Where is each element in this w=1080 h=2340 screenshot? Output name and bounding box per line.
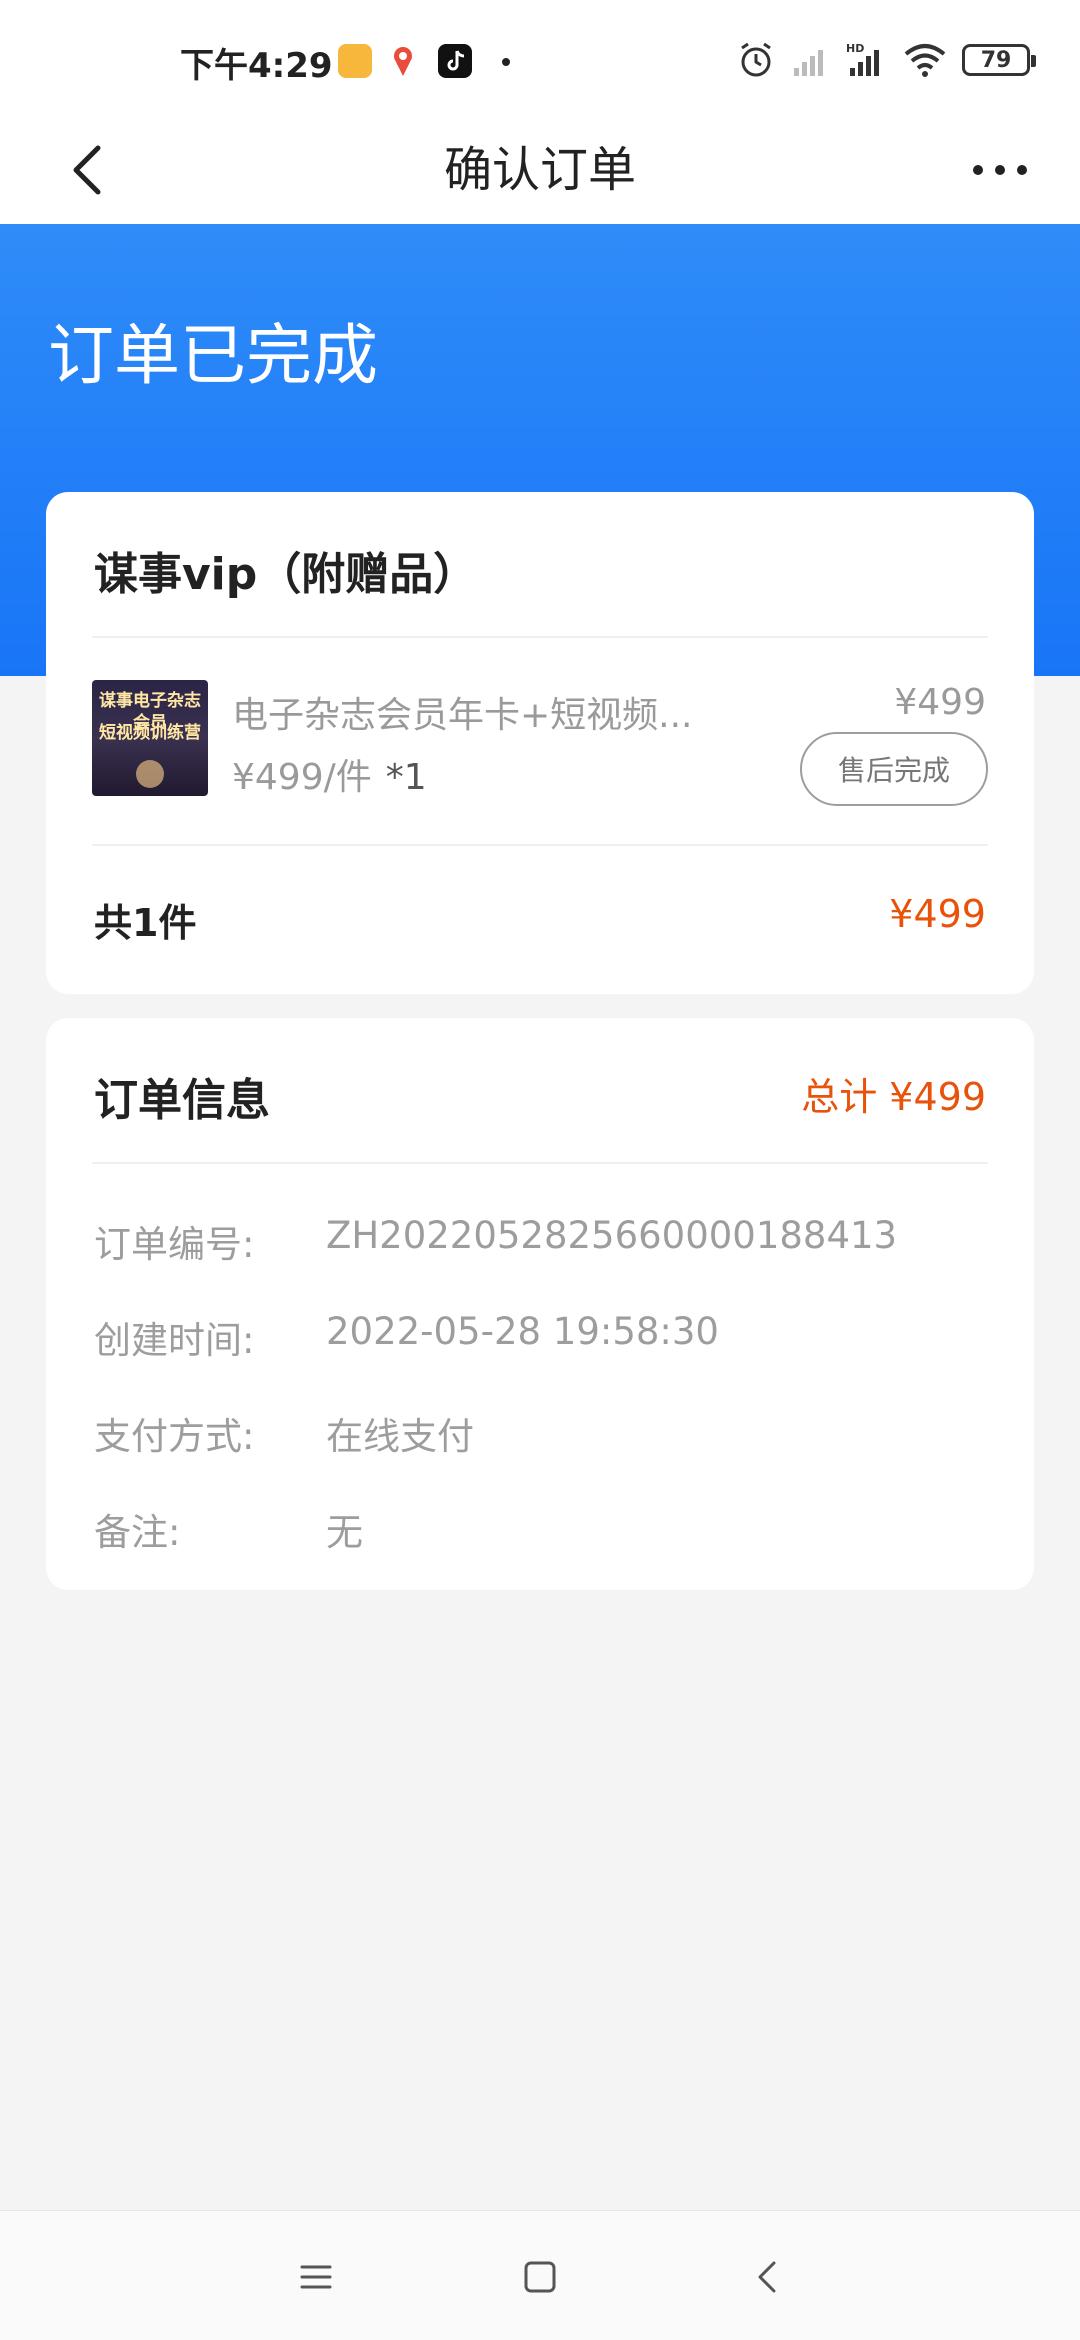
divider (92, 636, 988, 638)
remark-value: 无 (326, 1511, 363, 1554)
product-price: ¥499 (894, 682, 986, 723)
info-label: 订单编号: (94, 1223, 255, 1266)
info-label: 支付方式: (94, 1415, 255, 1458)
product-card-title: 谋事vip（附赠品） (94, 549, 478, 600)
more-icon[interactable] (964, 146, 1036, 194)
order-status-title: 订单已完成 (48, 317, 378, 394)
system-nav-bar (0, 2210, 1080, 2340)
divider (92, 844, 988, 846)
page-title: 确认订单 (443, 142, 636, 198)
product-thumbnail[interactable]: 谋事电子杂志会员 短视频训练营 (92, 680, 208, 796)
info-label: 创建时间: (94, 1319, 255, 1362)
remark-row: 备注: 无 (94, 1502, 986, 1554)
home-icon[interactable] (514, 2251, 566, 2303)
system-back-icon[interactable] (742, 2251, 794, 2303)
info-label: 备注: (94, 1511, 181, 1554)
wifi-icon (904, 44, 946, 77)
product-name[interactable]: 电子杂志会员年卡+短视频... (232, 686, 752, 738)
payment-method-row: 支付方式: 在线支付 (94, 1406, 986, 1458)
alarm-icon (741, 42, 771, 77)
created-time-row: 创建时间: 2022-05-28 19:58:30 (94, 1310, 986, 1362)
notes-app-icon (338, 44, 372, 78)
thumb-text-2: 短视频训练营 (99, 723, 201, 743)
product-card: 谋事vip（附赠品） 谋事电子杂志会员 短视频训练营 电子杂志会员年卡+短视频.… (46, 492, 1034, 994)
status-indicators: HD 79 (736, 38, 1036, 82)
product-unit-price: ¥499/件 *1 (232, 748, 427, 800)
after-sale-button[interactable]: 售后完成 (800, 732, 988, 806)
unit-price: ¥499/件 (232, 757, 372, 798)
payment-method-value: 在线支付 (326, 1415, 474, 1458)
notification-dot (502, 58, 510, 66)
svg-text:HD: HD (846, 42, 864, 55)
nav-bar: 确认订单 (0, 120, 1080, 224)
order-info-title: 订单信息 (94, 1075, 270, 1126)
tiktok-app-icon (438, 44, 472, 78)
map-pin-app-icon (386, 44, 420, 78)
item-count: 共1件 (94, 901, 197, 945)
order-number-value[interactable]: ZH20220528256600001884​13 (326, 1214, 897, 1257)
item-total-amount: ¥499 (889, 892, 986, 936)
divider (92, 1162, 988, 1164)
signal-weak-icon (794, 50, 823, 76)
order-info-card: 订单信息 总计 ¥499 订单编号: ZH2022052825660000188… (46, 1018, 1034, 1590)
menu-icon[interactable] (290, 2251, 342, 2303)
status-time: 下午4:29 (180, 46, 333, 86)
created-time-value: 2022-05-28 19:58:30 (326, 1310, 719, 1353)
order-number-row: 订单编号: ZH20220528256600001884​13 (94, 1214, 986, 1266)
battery-icon: 79 (962, 44, 1036, 76)
signal-icon: HD (846, 42, 879, 76)
order-total: 总计 ¥499 (801, 1075, 986, 1119)
quantity: *1 (385, 757, 427, 798)
status-bar: 下午4:29 HD 79 (0, 0, 1080, 120)
play-icon (136, 760, 164, 788)
